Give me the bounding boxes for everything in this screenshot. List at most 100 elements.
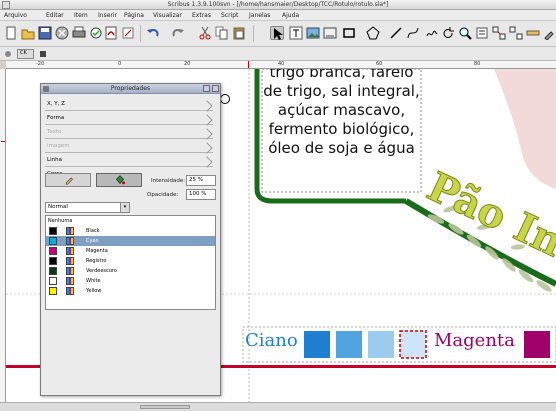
color-name: Nenhuma [48, 218, 73, 224]
save-icon[interactable] [38, 26, 52, 40]
spot-color-icon [66, 287, 74, 295]
line-icon[interactable] [389, 26, 403, 40]
open-folder-icon[interactable] [21, 26, 35, 40]
cyan-swatch-75[interactable] [336, 331, 362, 358]
measure-icon[interactable] [526, 26, 540, 40]
color-item-magenta[interactable]: Magenta [46, 246, 215, 256]
palette-titlebar[interactable]: Propriedades [41, 84, 220, 94]
blend-mode-value: Normal [48, 204, 68, 210]
section-texto[interactable]: Texto [45, 127, 213, 140]
new-document-icon[interactable] [4, 26, 18, 40]
copy-icon[interactable] [215, 26, 229, 40]
color-swatch [49, 247, 57, 255]
bezier-icon[interactable] [406, 26, 420, 40]
toolbar-separator [253, 25, 254, 42]
ruler-label: 0 [118, 61, 122, 67]
bread-image-area [494, 69, 556, 189]
section-xyz[interactable]: X, Y, Z [45, 99, 213, 112]
text-frame-icon[interactable] [289, 26, 303, 40]
zoom-icon[interactable] [458, 26, 472, 40]
menu-editar[interactable]: Editar [46, 12, 64, 19]
chevron-icon [201, 128, 213, 140]
spot-color-icon [66, 267, 74, 275]
menu-extras[interactable]: Extras [192, 12, 211, 19]
ruler-label: -20 [36, 61, 45, 67]
color-item-none[interactable]: Nenhuma [46, 216, 215, 226]
ingredients-line: fermento biológico, [268, 120, 415, 138]
paste-icon[interactable] [232, 26, 246, 40]
intensity-field[interactable]: 25 % [186, 175, 216, 186]
unlink-frames-icon[interactable] [509, 26, 523, 40]
intensity-value: 25 % [189, 177, 203, 183]
chevron-down-icon: ▾ [120, 203, 129, 212]
pdf-tools-icon[interactable] [4, 50, 12, 58]
color-item-cyan[interactable]: Cyan [46, 236, 215, 246]
freehand-icon[interactable] [425, 26, 439, 40]
close-document-icon[interactable] [55, 26, 69, 40]
ruler-marker [1, 141, 5, 142]
fill-color-tab[interactable] [96, 173, 142, 187]
palette-close-icon[interactable] [212, 85, 219, 92]
spot-color-icon [66, 277, 74, 285]
ingredients-text: trigo branca, farelo de trigo, sal integ… [262, 69, 421, 158]
blend-mode-select[interactable]: Normal ▾ [45, 202, 130, 213]
color-item-black[interactable]: Black [46, 226, 215, 236]
section-label: Forma [47, 115, 65, 121]
section-label: Linha [47, 157, 62, 163]
section-forma[interactable]: Forma [45, 113, 213, 126]
crosshair-marker [220, 94, 230, 104]
cyan-swatch-100[interactable] [304, 331, 330, 358]
stroke-color-tab[interactable] [45, 173, 91, 187]
horizontal-ruler[interactable]: -20 0 20 40 60 80 [6, 61, 556, 69]
cyan-swatch-25-selected[interactable] [399, 330, 427, 359]
menu-janelas[interactable]: Janelas [249, 12, 270, 19]
edit-contents-icon[interactable] [475, 26, 489, 40]
section-label: Texto [47, 129, 62, 135]
magenta-swatch[interactable] [524, 331, 550, 358]
color-name: Magenta [86, 248, 108, 254]
export-pdf-icon[interactable] [104, 26, 118, 40]
menu-pagina[interactable]: Página [124, 12, 144, 19]
spot-color-icon [66, 237, 74, 245]
menu-script[interactable]: Script [221, 12, 238, 19]
color-item-registro[interactable]: Registro [46, 256, 215, 266]
rotate-icon[interactable] [441, 26, 455, 40]
spot-color-icon [66, 227, 74, 235]
link-frames-icon[interactable] [492, 26, 506, 40]
select-item-icon[interactable] [270, 26, 284, 40]
properties-palette[interactable]: Propriedades X, Y, Z Forma Texto Imagem … [40, 83, 221, 396]
print-icon[interactable] [72, 26, 86, 40]
polygon-icon[interactable] [366, 26, 380, 40]
color-list[interactable]: Nenhuma Black Cyan Magenta Registro Verd… [45, 215, 216, 310]
eyedropper-icon[interactable] [542, 26, 556, 40]
opacity-field[interactable]: 100 % [186, 189, 216, 200]
palette-shade-icon[interactable] [203, 85, 210, 92]
undo-icon[interactable] [146, 26, 160, 40]
cyan-swatch-50[interactable] [368, 331, 394, 358]
color-mode-selector[interactable]: CK [17, 49, 34, 59]
redo-icon[interactable] [171, 26, 185, 40]
color-item-verdeescuro[interactable]: Verdeescuro [46, 266, 215, 276]
menu-item[interactable]: Item [74, 12, 88, 19]
color-name: Black [86, 228, 100, 234]
color-name: Registro [86, 258, 107, 264]
shape-icon[interactable] [343, 26, 357, 40]
preflight-check-icon[interactable] [89, 26, 103, 40]
menu-visualizar[interactable]: Visualizar [153, 12, 182, 19]
color-name: White [86, 278, 101, 284]
opacity-value: 100 % [189, 191, 207, 197]
horizontal-scrollbar[interactable] [140, 405, 190, 409]
menu-ajuda[interactable]: Ajuda [282, 12, 299, 19]
section-linha[interactable]: Linha [45, 155, 213, 168]
edit-note-icon[interactable] [121, 26, 135, 40]
color-item-white[interactable]: White [46, 276, 215, 286]
cut-icon[interactable] [198, 26, 212, 40]
render-frame-icon[interactable] [323, 26, 337, 40]
menu-arquivo[interactable]: Arquivo [4, 12, 27, 19]
color-item-yellow[interactable]: Yellow [46, 286, 215, 296]
section-imagem[interactable]: Imagem [45, 141, 213, 154]
ingredients-line: açúcar mascavo, [277, 101, 406, 119]
color-name: Verdeescuro [86, 268, 117, 274]
menu-inserir[interactable]: Inserir [98, 12, 117, 19]
image-frame-icon[interactable] [306, 26, 320, 40]
